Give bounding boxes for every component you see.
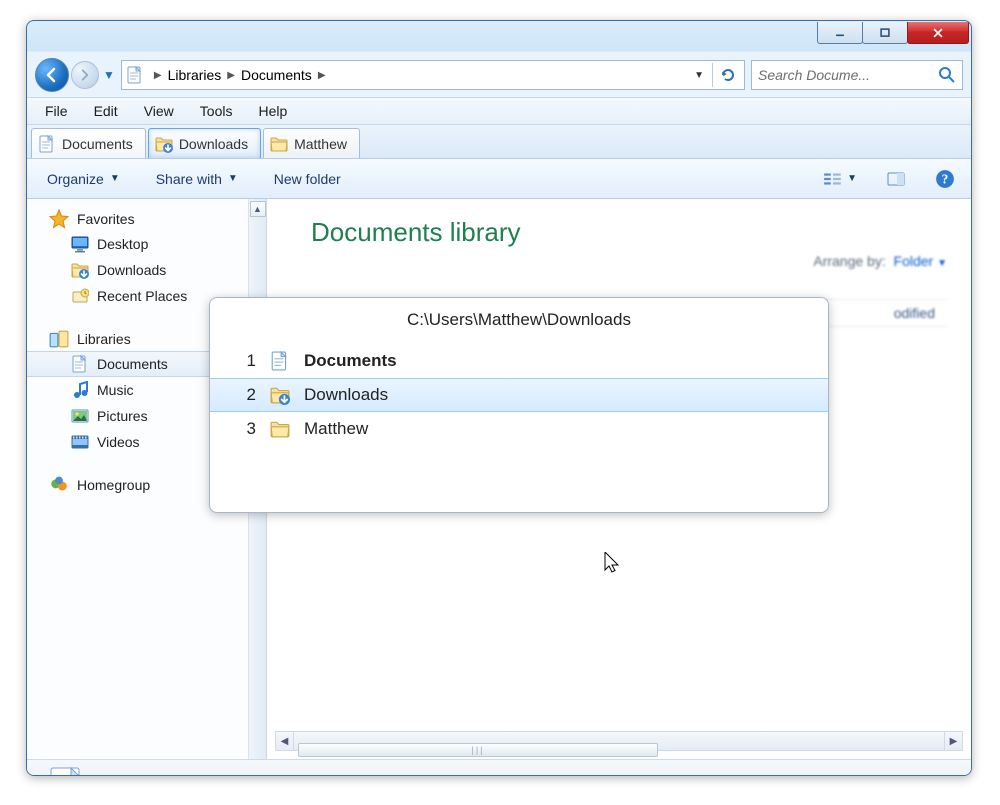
libraries-icon xyxy=(49,329,69,349)
close-button[interactable] xyxy=(907,22,969,44)
menu-tools[interactable]: Tools xyxy=(188,101,245,121)
doc-icon xyxy=(38,135,56,153)
recent-icon xyxy=(71,287,89,305)
refresh-button[interactable] xyxy=(712,63,742,87)
forward-button[interactable] xyxy=(71,61,99,89)
menu-view[interactable]: View xyxy=(132,101,186,121)
doc-icon xyxy=(71,355,89,373)
tab-switcher-popup: C:\Users\Matthew\Downloads 1 Documents 2… xyxy=(209,297,829,513)
help-icon xyxy=(935,169,955,189)
view-mode-button[interactable]: ▼ xyxy=(819,169,861,189)
list-view-icon xyxy=(823,171,843,187)
folder-download-icon xyxy=(155,135,173,153)
breadcrumb-current[interactable]: Documents xyxy=(241,67,312,83)
horizontal-scrollbar[interactable]: ◀ ||| ▶ xyxy=(275,731,963,751)
new-folder-button[interactable]: New folder xyxy=(266,167,349,191)
monitor-icon xyxy=(71,235,89,253)
switcher-item-downloads[interactable]: 2 Downloads xyxy=(210,378,828,412)
menu-help[interactable]: Help xyxy=(246,101,299,121)
breadcrumb[interactable]: ▶ Libraries ▶ Documents ▶ xyxy=(146,61,334,89)
maximize-button[interactable] xyxy=(862,22,908,44)
breadcrumb-root[interactable]: Libraries xyxy=(168,67,222,83)
status-icon xyxy=(43,764,87,776)
back-button[interactable] xyxy=(35,58,69,92)
help-button[interactable] xyxy=(931,167,959,191)
organize-button[interactable]: Organize ▼ xyxy=(39,167,128,191)
sidebar-favorites-header[interactable]: Favorites xyxy=(27,207,248,231)
folder-download-icon xyxy=(71,261,89,279)
preview-pane-icon xyxy=(885,171,907,187)
pictures-icon xyxy=(71,407,89,425)
toolbar: Organize ▼ Share with ▼ New folder ▼ xyxy=(27,159,971,199)
location-icon xyxy=(126,66,144,84)
folder-icon xyxy=(270,135,288,153)
tab-matthew[interactable]: Matthew xyxy=(263,128,360,158)
doc-icon xyxy=(270,351,290,371)
history-dropdown-icon[interactable]: ▼ xyxy=(103,68,115,82)
chevron-down-icon: ▼ xyxy=(110,173,120,184)
search-input[interactable]: Search Docume... xyxy=(751,60,963,90)
sidebar-item-desktop[interactable]: Desktop xyxy=(27,231,248,257)
chevron-right-icon: ▶ xyxy=(318,70,326,81)
switcher-path: C:\Users\Matthew\Downloads xyxy=(210,310,828,330)
arrange-by[interactable]: Arrange by: Folder ▼ xyxy=(813,253,947,269)
library-title: Documents library xyxy=(311,217,521,248)
refresh-icon xyxy=(719,66,737,84)
star-icon xyxy=(49,209,69,229)
tab-strip: Documents Downloads Matthew xyxy=(27,125,971,159)
videos-icon xyxy=(71,433,89,451)
tab-downloads[interactable]: Downloads xyxy=(148,128,261,158)
scrollbar-thumb[interactable]: ||| xyxy=(298,743,658,757)
address-bar[interactable]: ▶ Libraries ▶ Documents ▶ ▼ xyxy=(121,60,745,90)
titlebar xyxy=(27,21,971,53)
switcher-item-documents[interactable]: 1 Documents xyxy=(210,344,828,378)
homegroup-icon xyxy=(49,475,69,495)
address-dropdown-icon[interactable]: ▼ xyxy=(688,70,710,81)
sidebar-item-downloads[interactable]: Downloads xyxy=(27,257,248,283)
chevron-right-icon: ▶ xyxy=(154,70,162,81)
folder-download-icon xyxy=(270,385,290,405)
cursor-icon xyxy=(604,552,620,574)
tab-documents[interactable]: Documents xyxy=(31,128,146,158)
search-placeholder: Search Docume... xyxy=(758,67,870,83)
column-modified[interactable]: odified xyxy=(882,305,947,321)
share-with-button[interactable]: Share with ▼ xyxy=(148,167,246,191)
chevron-down-icon: ▼ xyxy=(847,173,857,184)
chevron-down-icon: ▼ xyxy=(228,173,238,184)
menubar: File Edit View Tools Help xyxy=(27,97,971,125)
preview-pane-button[interactable] xyxy=(881,169,911,189)
status-bar: 0 items xyxy=(27,759,971,776)
search-icon xyxy=(938,66,956,84)
scroll-right-icon[interactable]: ▶ xyxy=(944,732,962,750)
folder-icon xyxy=(270,419,290,439)
tab-label: Matthew xyxy=(294,136,347,152)
minimize-button[interactable] xyxy=(817,22,863,44)
music-icon xyxy=(71,381,89,399)
chevron-right-icon: ▶ xyxy=(227,70,235,81)
switcher-item-matthew[interactable]: 3 Matthew xyxy=(210,412,828,446)
scroll-left-icon[interactable]: ◀ xyxy=(276,732,294,750)
explorer-window: ▼ ▶ Libraries ▶ Documents ▶ ▼ Search Doc… xyxy=(26,20,972,776)
menu-file[interactable]: File xyxy=(33,101,80,121)
nav-row: ▼ ▶ Libraries ▶ Documents ▶ ▼ Search Doc… xyxy=(27,53,971,97)
tab-label: Downloads xyxy=(179,136,248,152)
menu-edit[interactable]: Edit xyxy=(82,101,130,121)
tab-label: Documents xyxy=(62,136,133,152)
scroll-up-icon[interactable]: ▲ xyxy=(250,201,266,217)
